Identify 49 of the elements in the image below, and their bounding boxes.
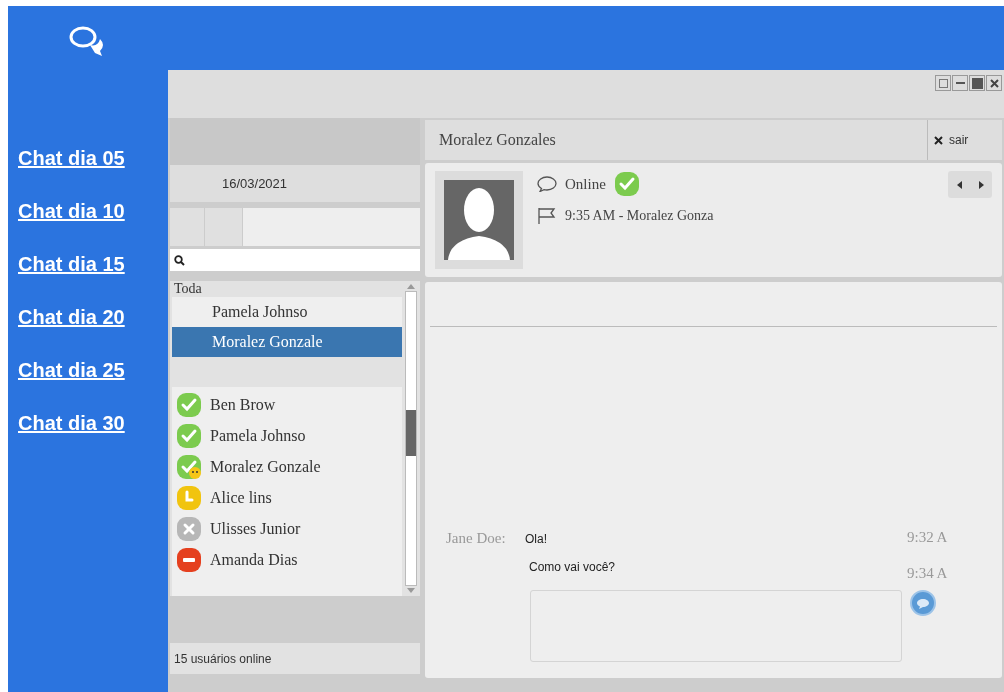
last-message-info: 9:35 AM - Moralez Gonza xyxy=(565,207,714,225)
speech-bubble-icon xyxy=(916,597,930,609)
flag-icon xyxy=(537,206,557,225)
group-label: Toda xyxy=(173,281,203,297)
pager-buttons[interactable] xyxy=(948,171,992,198)
maximize-icon[interactable] xyxy=(969,75,985,91)
status-text: Online xyxy=(565,174,606,194)
message-input[interactable] xyxy=(530,590,902,662)
exit-button[interactable]: sair xyxy=(928,120,1002,160)
message-text: Como vai você? xyxy=(528,560,616,574)
left-arrow-icon xyxy=(956,180,962,189)
sidebar-link[interactable]: Chat dia 30 xyxy=(18,409,125,438)
online-count: 15 usuários online xyxy=(170,643,420,674)
contact-item[interactable]: Moralez Gonzale xyxy=(172,327,402,357)
contact-name[interactable]: Ben Brow xyxy=(210,392,276,417)
status-icon xyxy=(176,453,202,480)
sender-name: Jane Doe: xyxy=(446,530,506,546)
status-icon xyxy=(176,546,202,573)
status-icon xyxy=(176,484,202,511)
sidebar-link[interactable]: Chat dia 05 xyxy=(18,144,125,173)
close-icon[interactable] xyxy=(986,75,1002,91)
close-icon xyxy=(934,135,943,145)
contact-name[interactable]: Moralez Gonzale xyxy=(210,454,321,479)
scroll-thumb[interactable] xyxy=(406,410,416,456)
status-icon xyxy=(613,171,640,197)
sidebar-link[interactable]: Chat dia 20 xyxy=(18,303,125,332)
send-button[interactable] xyxy=(910,590,936,616)
search-icon xyxy=(174,254,185,266)
contact-name[interactable]: Ulisses Junior xyxy=(210,516,301,541)
contact-name[interactable]: Pamela Johnso xyxy=(210,423,306,448)
message-time: 9:32 A xyxy=(907,528,949,547)
status-icon xyxy=(176,515,202,542)
speech-bubble-icon xyxy=(537,176,557,192)
contact-name[interactable]: Amanda Dias xyxy=(210,547,298,572)
status-icon xyxy=(176,422,202,449)
restore-icon[interactable] xyxy=(935,75,951,91)
date-label: 16/03/2021 xyxy=(170,165,420,202)
message-text: Ola! xyxy=(525,532,547,546)
status-icon xyxy=(176,391,202,418)
sidebar-link[interactable]: Chat dia 10 xyxy=(18,197,125,226)
contact-item[interactable]: Pamela Johnso xyxy=(172,297,402,327)
search-field[interactable] xyxy=(170,249,420,271)
sidebar-link[interactable]: Chat dia 25 xyxy=(18,356,125,385)
right-arrow-icon xyxy=(978,180,984,189)
sidebar-link[interactable]: Chat dia 15 xyxy=(18,250,125,279)
chat-title: Moralez Gonzales xyxy=(425,120,928,160)
message-time: 9:34 A xyxy=(907,564,949,583)
minimize-icon[interactable] xyxy=(952,75,968,91)
contact-name[interactable]: Alice lins xyxy=(210,485,272,510)
